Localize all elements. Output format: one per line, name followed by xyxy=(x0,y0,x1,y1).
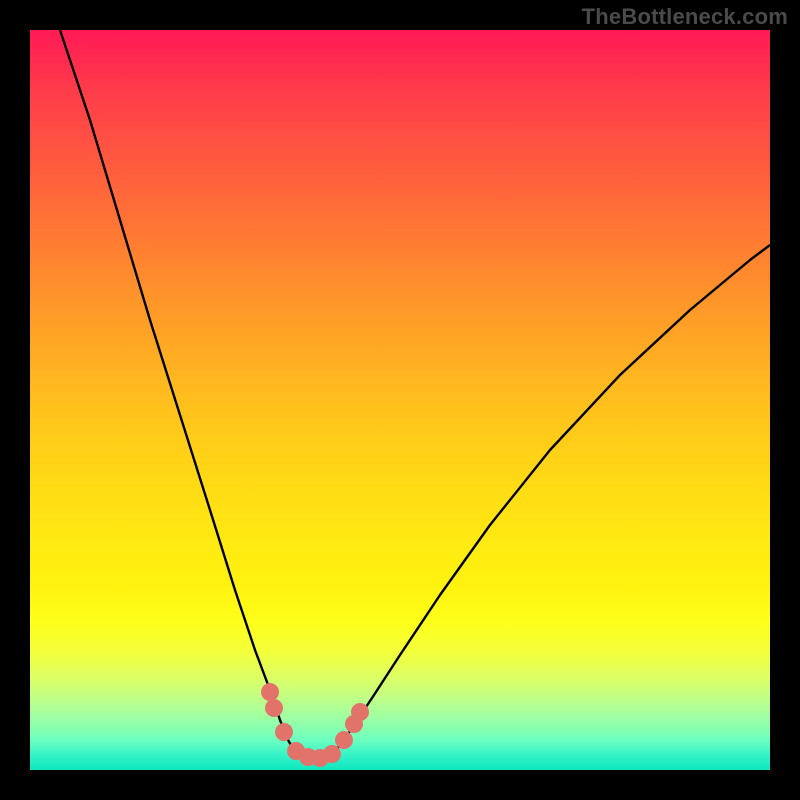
bottleneck-curve xyxy=(60,30,770,759)
curve-markers xyxy=(261,683,369,767)
curve-marker xyxy=(335,731,353,749)
curve-marker xyxy=(275,723,293,741)
chart-frame: TheBottleneck.com xyxy=(0,0,800,800)
curve-marker xyxy=(265,699,283,717)
watermark-text: TheBottleneck.com xyxy=(582,4,788,30)
chart-overlay xyxy=(30,30,770,770)
curve-path xyxy=(60,30,770,759)
curve-marker xyxy=(261,683,279,701)
curve-marker xyxy=(351,703,369,721)
curve-marker xyxy=(323,745,341,763)
